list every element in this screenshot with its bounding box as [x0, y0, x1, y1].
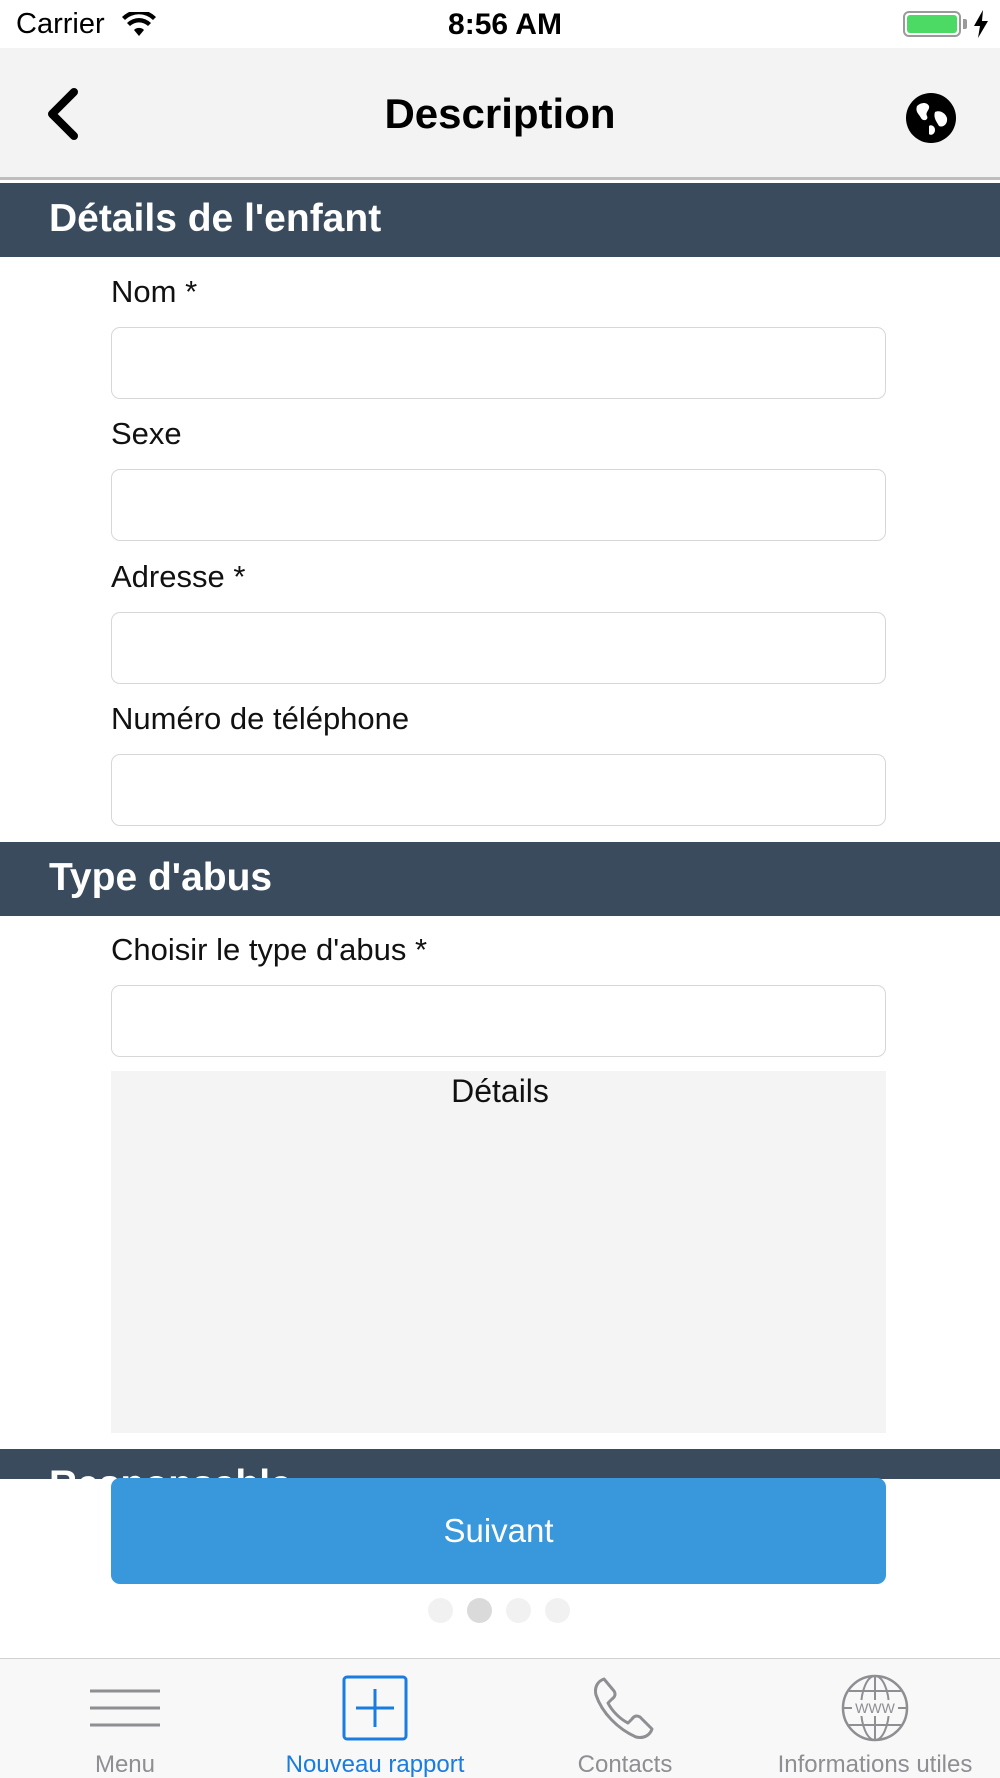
details-label: Détails: [451, 1073, 549, 1109]
battery-icon: [903, 11, 961, 37]
page-dot-active: [467, 1598, 492, 1623]
charging-bolt-icon: [974, 10, 988, 38]
status-time: 8:56 AM: [448, 8, 562, 41]
add-report-icon: [342, 1675, 408, 1741]
tab-label: Menu: [94, 1751, 156, 1778]
section-header-abuse-type: Type d'abus: [0, 842, 1000, 916]
battery-tip: [963, 19, 967, 29]
section-header-child-details: Détails de l'enfant: [0, 183, 1000, 257]
tab-menu[interactable]: Menu: [0, 1659, 250, 1778]
tab-label: Contacts: [577, 1751, 673, 1778]
section-title: Responsable: [49, 1463, 292, 1479]
phone-label: Numéro de téléphone: [111, 701, 410, 736]
tab-bar: Menu Nouveau rapport Contacts WWW Inform…: [0, 1658, 1000, 1778]
phone-icon: [594, 1677, 654, 1739]
tab-label: Informations utiles: [777, 1751, 973, 1778]
tab-contacts[interactable]: Contacts: [500, 1659, 750, 1778]
tab-new-report[interactable]: Nouveau rapport: [250, 1659, 500, 1778]
name-label: Nom *: [111, 274, 198, 309]
sex-label: Sexe: [111, 416, 182, 451]
svg-text:WWW: WWW: [855, 1700, 895, 1716]
address-label: Adresse *: [111, 559, 246, 594]
address-field[interactable]: [111, 612, 886, 684]
tab-useful-info[interactable]: WWW Informations utiles: [750, 1659, 1000, 1778]
status-bar: Carrier 8:56 AM: [0, 0, 1000, 48]
menu-icon: [90, 1689, 160, 1727]
navigation-bar: Description: [0, 48, 1000, 180]
name-field[interactable]: [111, 327, 886, 399]
page-dot: [506, 1598, 531, 1623]
phone-field[interactable]: [111, 754, 886, 826]
section-header-responsible: Responsable: [0, 1449, 1000, 1479]
section-title: Type d'abus: [49, 856, 273, 899]
abuse-type-label: Choisir le type d'abus *: [111, 932, 428, 967]
page-dot: [545, 1598, 570, 1623]
section-title: Détails de l'enfant: [49, 197, 382, 240]
sex-field[interactable]: [111, 469, 886, 541]
globe-icon[interactable]: [905, 92, 957, 144]
next-button[interactable]: Suivant: [111, 1478, 886, 1584]
page-dot: [428, 1598, 453, 1623]
tab-label: Nouveau rapport: [285, 1751, 465, 1778]
details-textarea[interactable]: [111, 1071, 886, 1433]
page-title: Description: [384, 90, 616, 137]
www-globe-icon: WWW: [841, 1674, 909, 1742]
abuse-type-field[interactable]: [111, 985, 886, 1057]
